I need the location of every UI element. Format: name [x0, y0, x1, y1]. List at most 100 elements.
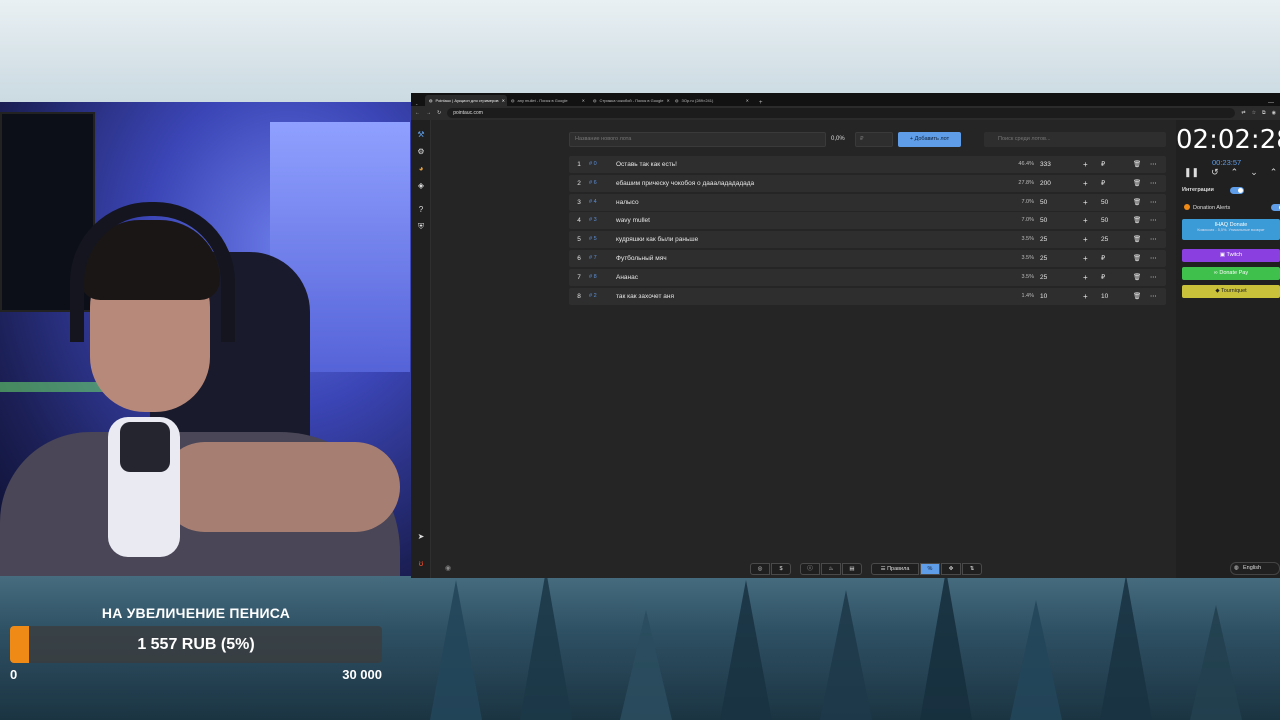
tab-google-chocoboy[interactable]: ◍ Стрижка чокобой - Поиск в Google ✕: [589, 95, 671, 106]
lot-id[interactable]: # 7: [589, 250, 597, 267]
settings-icon[interactable]: ⚙: [416, 147, 426, 157]
donation-alerts-toggle[interactable]: [1271, 204, 1280, 211]
plus-icon[interactable]: +: [1083, 212, 1088, 229]
rules-button[interactable]: ☰ Правила: [871, 563, 919, 575]
plus-icon[interactable]: +: [1083, 250, 1088, 267]
trash-icon[interactable]: 🗑: [1133, 212, 1141, 229]
profile-icon[interactable]: ◉: [1272, 110, 1276, 116]
donatepay-button[interactable]: ∞ Donate Pay: [1182, 267, 1280, 280]
translate-icon[interactable]: ⇄: [1241, 110, 1245, 116]
tab-list-icon[interactable]: ⌄: [415, 101, 425, 106]
eye-icon[interactable]: ◉: [445, 564, 451, 572]
lot-id[interactable]: # 8: [589, 269, 597, 286]
move-icon[interactable]: ✥: [941, 563, 961, 575]
lot-id[interactable]: # 3: [589, 212, 597, 229]
plus-icon[interactable]: +: [1083, 269, 1088, 286]
lot-add-amount[interactable]: 50: [1101, 194, 1108, 211]
trash-icon[interactable]: 🗑: [1133, 288, 1141, 305]
lot-name[interactable]: Ананас: [616, 269, 638, 286]
lot-add-amount[interactable]: ₽: [1101, 250, 1105, 267]
new-tab-icon[interactable]: +: [759, 100, 763, 106]
double-chevron-up-icon[interactable]: ⌃: [1270, 167, 1278, 178]
back-icon[interactable]: ←: [415, 110, 420, 116]
more-icon[interactable]: ⋯: [1150, 175, 1157, 192]
search-input[interactable]: Поиск среди лотов...: [984, 132, 1166, 147]
lot-name[interactable]: wavy mullet: [616, 212, 650, 229]
extension-icon[interactable]: ⧉: [1262, 110, 1266, 116]
trash-icon[interactable]: 🗑: [1133, 175, 1141, 192]
percent-icon[interactable]: %: [920, 563, 940, 575]
url-field[interactable]: pointauc.com: [447, 108, 1236, 118]
window-minimize-icon[interactable]: —: [1268, 100, 1274, 106]
close-icon[interactable]: ✕: [502, 98, 505, 103]
chevron-up-icon[interactable]: ⌃: [1231, 167, 1239, 178]
plus-icon[interactable]: +: [1083, 156, 1088, 173]
reset-icon[interactable]: ↺: [1211, 167, 1219, 178]
tourniquet-button[interactable]: ◆ Tourniquet: [1182, 285, 1280, 298]
lot-id[interactable]: # 2: [589, 288, 597, 305]
plus-icon[interactable]: +: [1083, 175, 1088, 192]
close-icon[interactable]: ✕: [582, 98, 585, 103]
lot-amount[interactable]: 10: [1040, 288, 1047, 305]
lot-id[interactable]: # 0: [589, 156, 597, 173]
tab-pointauc[interactable]: ◍ Pointauc | Аукцион для стримеров ✕: [425, 95, 507, 106]
pause-icon[interactable]: ❚❚: [1184, 167, 1199, 178]
ihaq-donate-button[interactable]: IHAQ Donate Комиссия - 5,5%. Уникальные …: [1182, 219, 1280, 240]
info-icon[interactable]: ⓘ: [800, 563, 820, 575]
twitch-button[interactable]: ▣ Twitch: [1182, 249, 1280, 262]
lot-name[interactable]: кудряшки как были раньше: [616, 231, 698, 248]
lot-name[interactable]: Оставь так как есть!: [616, 156, 677, 173]
add-lot-button[interactable]: + Добавить лот: [898, 132, 961, 147]
github-icon[interactable]: ◎: [750, 563, 770, 575]
lot-amount[interactable]: 25: [1040, 250, 1047, 267]
lot-amount[interactable]: 25: [1040, 231, 1047, 248]
plus-icon[interactable]: +: [1083, 288, 1088, 305]
reload-icon[interactable]: ↻: [437, 110, 441, 116]
trash-icon[interactable]: 🗑: [1133, 156, 1141, 173]
telegram-icon[interactable]: ➤: [416, 532, 426, 542]
wheel-icon[interactable]: ◕: [416, 164, 426, 174]
plus-icon[interactable]: +: [1083, 194, 1088, 211]
lot-amount[interactable]: 50: [1040, 194, 1047, 211]
trash-icon[interactable]: 🗑: [1133, 194, 1141, 211]
more-icon[interactable]: ⋯: [1150, 250, 1157, 267]
layers-icon[interactable]: ◈: [416, 181, 426, 191]
tab-image[interactable]: ◍ ЗОр.ru (289×241) ✕: [671, 95, 753, 106]
more-icon[interactable]: ⋯: [1150, 288, 1157, 305]
lot-add-amount[interactable]: ₽: [1101, 175, 1105, 192]
close-icon[interactable]: ✕: [746, 98, 749, 103]
more-icon[interactable]: ⋯: [1150, 231, 1157, 248]
lot-id[interactable]: # 5: [589, 231, 597, 248]
tab-google-mullet[interactable]: ◍ any mullet - Поиск в Google ✕: [507, 95, 589, 106]
lot-amount[interactable]: 25: [1040, 269, 1047, 286]
lot-name[interactable]: Футбольный мяч: [616, 250, 667, 267]
trash-icon[interactable]: 🗑: [1133, 231, 1141, 248]
lot-name[interactable]: налысо: [616, 194, 639, 211]
forward-icon[interactable]: →: [426, 110, 431, 116]
trash-icon[interactable]: 🗑: [1133, 269, 1141, 286]
lot-add-amount[interactable]: 25: [1101, 231, 1108, 248]
lot-name[interactable]: ебашим прическу чокобоя о даааладададада: [616, 175, 754, 192]
lot-add-amount[interactable]: 10: [1101, 288, 1108, 305]
more-icon[interactable]: ⋯: [1150, 269, 1157, 286]
sort-icon[interactable]: ⇅: [962, 563, 982, 575]
more-icon[interactable]: ⋯: [1150, 194, 1157, 211]
shield-icon[interactable]: ⛨: [416, 222, 426, 232]
close-icon[interactable]: ✕: [667, 98, 670, 103]
new-lot-input[interactable]: Название нового лота: [569, 132, 826, 147]
lot-name[interactable]: так как захочет аня: [616, 288, 674, 305]
star-icon[interactable]: ☆: [1252, 110, 1256, 116]
help-icon[interactable]: ?: [416, 205, 426, 215]
integrations-toggle[interactable]: [1230, 187, 1244, 194]
lot-id[interactable]: # 6: [589, 175, 597, 192]
lot-amount[interactable]: 333: [1040, 156, 1051, 173]
more-icon[interactable]: ⋯: [1150, 212, 1157, 229]
lot-id[interactable]: # 4: [589, 194, 597, 211]
lot-add-amount[interactable]: 50: [1101, 212, 1108, 229]
logo-icon[interactable]: ʊ: [416, 559, 426, 569]
lot-amount[interactable]: 50: [1040, 212, 1047, 229]
new-lot-amount-input[interactable]: ₽: [855, 132, 893, 147]
plus-icon[interactable]: +: [1083, 231, 1088, 248]
lot-add-amount[interactable]: ₽: [1101, 156, 1105, 173]
chevron-down-icon[interactable]: ⌄: [1250, 167, 1258, 178]
